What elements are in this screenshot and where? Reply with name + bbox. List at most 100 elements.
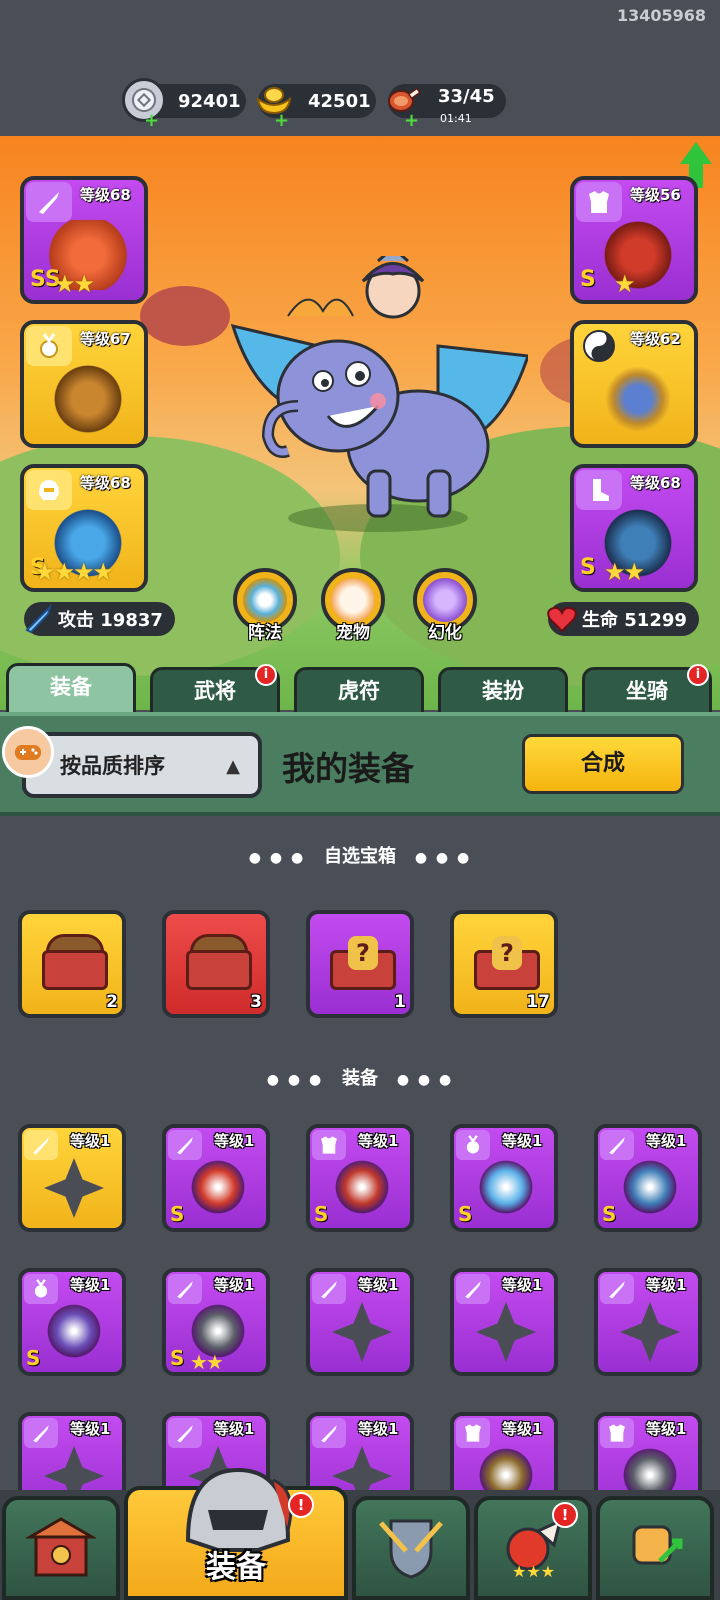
notification-badge: ! <box>288 1492 314 1518</box>
equipment-art <box>44 1158 104 1216</box>
gamepad-icon[interactable] <box>2 726 54 778</box>
formation-label: 阵法 <box>248 623 282 643</box>
add-stamina-icon[interactable]: + <box>404 110 419 131</box>
dots-decoration: ● ● ● <box>248 850 306 866</box>
armor-icon <box>576 182 622 222</box>
item-level: 等级1 <box>502 1132 543 1150</box>
silver-coin-counter[interactable]: + 92401 <box>122 78 246 131</box>
nav-city-button[interactable] <box>2 1496 120 1600</box>
nav-strength-button[interactable] <box>596 1496 714 1600</box>
nav-battle-button[interactable] <box>352 1496 470 1600</box>
equipment-item[interactable]: 等级1 S <box>306 1124 414 1232</box>
add-silver-icon[interactable]: + <box>144 110 159 131</box>
svg-text:★★★: ★★★ <box>512 1562 555 1581</box>
attack-value: 攻击 19837 <box>58 610 163 631</box>
user-id: 13405968 <box>616 6 706 25</box>
equipment-art <box>476 1158 536 1216</box>
equipment-art <box>620 1302 680 1360</box>
equipment-art <box>476 1302 536 1360</box>
sword-icon <box>312 1418 346 1448</box>
sword-icon <box>600 1130 634 1160</box>
equipment-item[interactable]: 等级1 S <box>18 1268 126 1376</box>
attack-stat: 攻击 19837 <box>24 602 175 636</box>
hp-value: 生命 51299 <box>582 610 687 631</box>
item-level: 等级56 <box>630 186 681 204</box>
chest-item[interactable]: ? 17 <box>450 910 558 1018</box>
nav-equipment-button[interactable]: 装备 ! <box>124 1467 348 1600</box>
armor-art <box>596 220 680 290</box>
item-grade: S <box>580 555 596 580</box>
equipment-item[interactable]: 等级1 S ★★ <box>162 1268 270 1376</box>
item-level: 等级1 <box>646 1132 687 1150</box>
gate-icon <box>24 1511 98 1585</box>
item-level: 等级67 <box>80 330 131 348</box>
sword-icon <box>168 1130 202 1160</box>
item-level: 等级1 <box>214 1276 255 1294</box>
item-level: 等级1 <box>358 1132 399 1150</box>
equipment-section-title: 装备 <box>342 1068 378 1089</box>
stamina-counter[interactable]: + 33/45 01:41 <box>388 84 506 131</box>
nav-pet-button[interactable]: ★★★ ! <box>474 1496 592 1600</box>
upgrade-arrow-icon[interactable] <box>680 142 712 188</box>
heart-icon <box>542 599 582 639</box>
equipment-item[interactable]: 等级1 S <box>594 1124 702 1232</box>
synthesize-button[interactable]: 合成 <box>522 734 684 794</box>
item-stars: ★★ <box>604 558 645 586</box>
equipment-item[interactable]: 等级1 <box>306 1268 414 1376</box>
item-level: 等级1 <box>358 1420 399 1438</box>
sword-icon <box>168 1274 202 1304</box>
pet-button[interactable]: 宠物 <box>318 568 388 643</box>
equipped-armor-slot[interactable]: 等级56 S ★ <box>570 176 698 304</box>
tab-label: 武将 <box>194 679 236 703</box>
item-grade: S <box>458 1202 473 1226</box>
chest-section-heading: ● ● ● 自选宝箱 ● ● ● <box>0 842 720 868</box>
chest-item[interactable]: 2 <box>18 910 126 1018</box>
item-level: 等级1 <box>502 1420 543 1438</box>
equipment-item[interactable]: 等级1 <box>450 1268 558 1376</box>
hp-stat: 生命 51299 <box>547 602 699 636</box>
hero-scene: 等级68 SS ★★ 等级67 等级68 S ★★★★ 等级56 S ★ 等级6… <box>0 136 720 710</box>
tab-tiger-tally[interactable]: 虎符 <box>294 667 424 713</box>
item-grade: S <box>602 1202 617 1226</box>
chest-item[interactable]: 3 <box>162 910 270 1018</box>
mystery-chest-icon: ? <box>470 930 540 990</box>
equipped-bracer-slot[interactable]: 等级62 <box>570 320 698 448</box>
equipment-item[interactable]: 等级1 S <box>162 1124 270 1232</box>
item-count: 2 <box>106 992 118 1012</box>
equipment-art <box>44 1302 104 1360</box>
equipped-boots-slot[interactable]: 等级68 S ★★ <box>570 464 698 592</box>
chest-icon <box>38 930 108 990</box>
equipped-helmet-slot[interactable]: 等级68 S ★★★★ <box>20 464 148 592</box>
gold-ingot-counter[interactable]: + 42501 <box>256 84 376 131</box>
chest-item[interactable]: ? 1 <box>306 910 414 1018</box>
chest-section-title: 自选宝箱 <box>324 846 396 867</box>
hero-character[interactable] <box>228 246 531 536</box>
tab-costume[interactable]: 装扮 <box>438 667 568 713</box>
equipment-item[interactable]: 等级1 S <box>450 1124 558 1232</box>
add-gold-icon[interactable]: + <box>274 110 289 131</box>
tab-generals[interactable]: 武将 i <box>150 664 280 713</box>
equipped-weapon-slot[interactable]: 等级68 SS ★★ <box>20 176 148 304</box>
formation-button[interactable]: 阵法 <box>230 568 300 643</box>
tab-label: 坐骑 <box>626 679 668 703</box>
equipment-art <box>188 1158 248 1216</box>
item-level: 等级62 <box>630 330 681 348</box>
sort-dropdown[interactable]: 按品质排序 ▲ <box>22 732 262 798</box>
tab-mount[interactable]: 坐骑 i <box>582 664 712 713</box>
equipped-medal-slot[interactable]: 等级67 <box>20 320 148 448</box>
tab-equipment[interactable]: 装备 <box>6 663 136 713</box>
mystery-chest-icon: ? <box>326 930 396 990</box>
item-level: 等级1 <box>70 1420 111 1438</box>
item-grade: S <box>314 1202 329 1226</box>
transform-button[interactable]: 幻化 <box>410 568 480 643</box>
armor-icon <box>456 1418 490 1448</box>
item-level: 等级1 <box>358 1276 399 1294</box>
equipment-item[interactable]: 等级1 <box>18 1124 126 1232</box>
equipment-item[interactable]: 等级1 <box>594 1268 702 1376</box>
sword-icon <box>24 1418 58 1448</box>
category-tabs: 装备 武将 i 虎符 装扮 坐骑 i <box>0 663 720 713</box>
item-count: 1 <box>394 992 406 1012</box>
bracer-art <box>596 364 680 434</box>
stamina-value: 33/45 <box>438 85 495 107</box>
equipment-art <box>332 1302 392 1360</box>
